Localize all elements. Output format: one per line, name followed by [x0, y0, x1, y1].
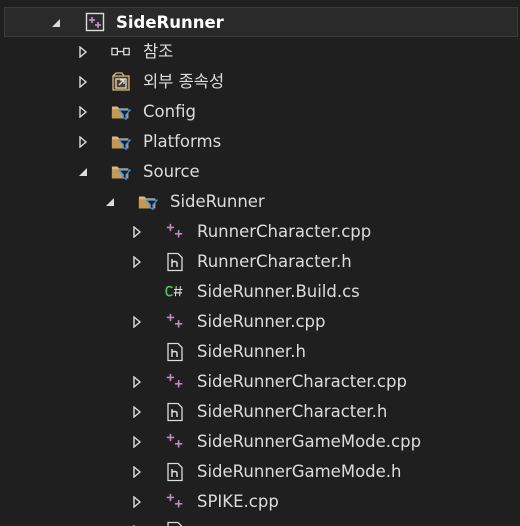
collapsed-arrow-icon[interactable]: [128, 457, 146, 487]
expanded-arrow-icon[interactable]: [74, 157, 92, 187]
tree-item-platforms[interactable]: Platforms: [0, 127, 520, 157]
tree-item-label: SideRunner.cpp: [197, 312, 326, 331]
tree-item-label: 참조: [143, 42, 174, 61]
tree-item-file[interactable]: SideRunnerCharacter.cpp: [0, 367, 520, 397]
tree-item-label: SideRunner.h: [197, 342, 306, 361]
tree-item-label: SideRunnerCharacter.h: [197, 402, 388, 421]
solution-explorer-tree: SideRunner 참조 외부 종속성 Config Platforms So…: [0, 0, 520, 526]
tree-item-references[interactable]: 참조: [0, 37, 520, 67]
tree-item-file[interactable]: RunnerCharacter.cpp: [0, 217, 520, 247]
collapsed-arrow-icon[interactable]: [128, 367, 146, 397]
tree-item-file[interactable]: SideRunnerCharacter.h: [0, 397, 520, 427]
tree-item-label: SideRunner.Build.cs: [197, 282, 360, 301]
header-file-icon: [165, 402, 185, 422]
tree-item-file[interactable]: SideRunner.h: [0, 337, 520, 367]
collapsed-arrow-icon[interactable]: [128, 307, 146, 337]
collapsed-arrow-icon[interactable]: [128, 427, 146, 457]
tree-item-label: SideRunnerGameMode.cpp: [197, 432, 422, 451]
tree-item-file[interactable]: SideRunner.Build.cs: [0, 277, 520, 307]
collapsed-arrow-icon[interactable]: [128, 247, 146, 277]
tree-item-file[interactable]: SideRunnerGameMode.cpp: [0, 427, 520, 457]
external-dependencies-icon: [111, 72, 131, 92]
tree-item-external-dependencies[interactable]: 외부 종속성: [0, 67, 520, 97]
tree-item-file[interactable]: SPIKE.cpp: [0, 487, 520, 517]
collapsed-arrow-icon[interactable]: [128, 517, 146, 526]
tree-item-label: RunnerCharacter.h: [197, 252, 352, 271]
references-icon: [111, 42, 131, 62]
tree-item-label: SideRunnerGameMode.h: [197, 462, 402, 481]
collapsed-arrow-icon[interactable]: [74, 127, 92, 157]
tree-item-label: Platforms: [143, 132, 222, 151]
cpp-file-icon: [165, 372, 185, 392]
tree-item-label: 외부 종속성: [143, 72, 225, 91]
cpp-project-icon: [85, 12, 105, 32]
expanded-arrow-icon[interactable]: [101, 187, 119, 217]
filter-folder-icon: [111, 102, 131, 122]
tree-item-label: SideRunner: [116, 13, 224, 32]
tree-item-label: RunnerCharacter.cpp: [197, 222, 372, 241]
tree-item-project[interactable]: SideRunner: [4, 7, 518, 37]
tree-item-source[interactable]: Source: [0, 157, 520, 187]
cpp-file-icon: [165, 312, 185, 332]
tree-item-label: SideRunner: [170, 192, 265, 211]
filter-folder-icon: [111, 162, 131, 182]
tree-item-file[interactable]: RunnerCharacter.h: [0, 247, 520, 277]
header-file-icon: [165, 521, 185, 526]
tree-item-file[interactable]: SideRunnerGameMode.h: [0, 457, 520, 487]
cpp-file-icon: [165, 432, 185, 452]
collapsed-arrow-icon[interactable]: [128, 487, 146, 517]
expanded-arrow-icon[interactable]: [47, 8, 65, 38]
filter-folder-icon: [111, 132, 131, 152]
collapsed-arrow-icon[interactable]: [74, 97, 92, 127]
header-file-icon: [165, 342, 185, 362]
collapsed-arrow-icon[interactable]: [128, 397, 146, 427]
tree-item-file[interactable]: SideRunner.cpp: [0, 307, 520, 337]
cpp-file-icon: [165, 492, 185, 512]
tree-item-config[interactable]: Config: [0, 97, 520, 127]
tree-item-label: SPIKE.cpp: [197, 492, 279, 511]
header-file-icon: [165, 252, 185, 272]
tree-item-file-partial[interactable]: [0, 517, 520, 526]
collapsed-arrow-icon[interactable]: [128, 217, 146, 247]
tree-item-siderunner-folder[interactable]: SideRunner: [0, 187, 520, 217]
collapsed-arrow-icon[interactable]: [74, 37, 92, 67]
csharp-file-icon: [165, 282, 185, 302]
filter-folder-icon: [138, 192, 158, 212]
tree-item-label: Config: [143, 102, 196, 121]
tree-item-label: Source: [143, 162, 200, 181]
cpp-file-icon: [165, 222, 185, 242]
header-file-icon: [165, 462, 185, 482]
tree-item-label: SideRunnerCharacter.cpp: [197, 372, 407, 391]
collapsed-arrow-icon[interactable]: [74, 67, 92, 97]
